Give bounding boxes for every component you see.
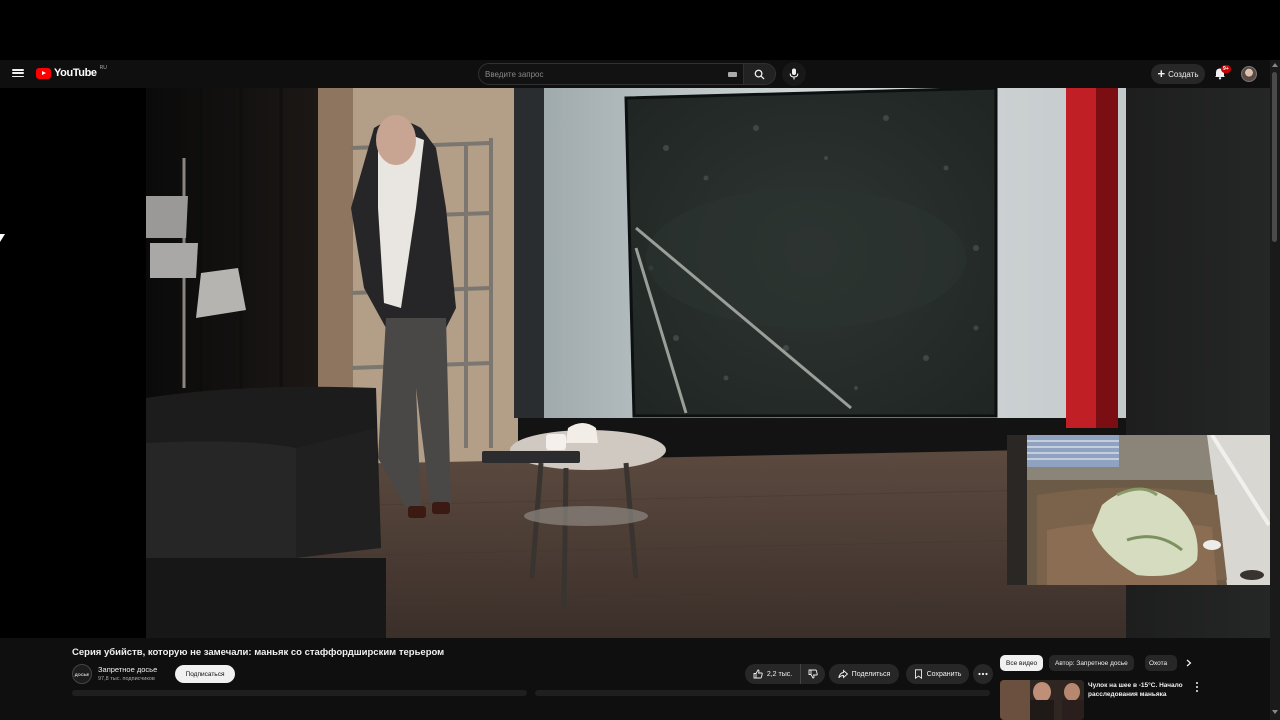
chip-hunt[interactable]: Охота bbox=[1145, 655, 1177, 671]
page-scrollbar[interactable] bbox=[1270, 60, 1280, 720]
mouse-cursor-icon bbox=[0, 234, 5, 242]
logo-text: YouTube bbox=[54, 67, 97, 79]
search-input[interactable] bbox=[479, 68, 727, 80]
like-count: 2,2 тыс. bbox=[766, 670, 793, 678]
share-label: Поделиться bbox=[851, 670, 891, 678]
picture-in-picture-inset[interactable] bbox=[1007, 435, 1270, 585]
thumbnail-image bbox=[1000, 680, 1084, 720]
comments-placeholder bbox=[535, 690, 990, 696]
menu-icon[interactable] bbox=[12, 67, 24, 79]
video-scene bbox=[146, 88, 1126, 638]
chip-from-author[interactable]: Автор: Запретное досье bbox=[1049, 655, 1134, 671]
search-box bbox=[478, 63, 744, 85]
account-avatar[interactable] bbox=[1241, 66, 1257, 82]
masthead: YouTube RU + Создать 9+ bbox=[0, 60, 1270, 88]
video-player[interactable] bbox=[0, 88, 1270, 638]
channel-name[interactable]: Запретное досье bbox=[98, 665, 157, 674]
notifications-badge: 9+ bbox=[1221, 65, 1231, 73]
scroll-down-arrow-icon[interactable] bbox=[1272, 710, 1278, 714]
subscribe-button[interactable]: Подписаться bbox=[175, 665, 235, 683]
scroll-thumb[interactable] bbox=[1272, 72, 1277, 242]
plus-icon: + bbox=[1157, 66, 1166, 81]
more-actions-button[interactable] bbox=[973, 664, 993, 684]
subscriber-count: 97,8 тыс. подписчиков bbox=[98, 676, 155, 682]
inset-scene bbox=[1007, 435, 1270, 585]
chip-all-videos[interactable]: Все видео bbox=[1000, 655, 1044, 671]
video-frame[interactable] bbox=[146, 88, 1126, 638]
create-label: Создать bbox=[1168, 69, 1199, 79]
microphone-icon bbox=[789, 68, 799, 80]
thumbs-up-icon bbox=[753, 669, 763, 679]
keyboard-icon[interactable] bbox=[728, 72, 737, 77]
video-title: Серия убийств, которую не замечали: мань… bbox=[72, 647, 445, 658]
chevron-right-icon[interactable] bbox=[1183, 657, 1195, 669]
recommendation-title[interactable]: Чулок на шее в -15°С. Начало расследован… bbox=[1088, 681, 1190, 699]
channel-avatar[interactable]: ДОСЬЕ bbox=[72, 664, 92, 684]
youtube-logo[interactable]: YouTube RU bbox=[36, 65, 107, 79]
share-button[interactable]: Поделиться bbox=[829, 664, 899, 684]
thumbs-down-icon bbox=[808, 669, 818, 679]
like-button[interactable]: 2,2 тыс. bbox=[745, 664, 800, 684]
scroll-up-arrow-icon[interactable] bbox=[1272, 63, 1278, 67]
top-black-bar bbox=[0, 0, 1280, 60]
below-player-area: Серия убийств, которую не замечали: мань… bbox=[0, 638, 1270, 720]
search-icon bbox=[754, 69, 765, 80]
youtube-play-icon bbox=[36, 67, 51, 79]
description-placeholder bbox=[72, 690, 527, 696]
create-button[interactable]: + Создать bbox=[1151, 64, 1205, 84]
dislike-button[interactable] bbox=[800, 664, 825, 684]
channel-avatar-text: ДОСЬЕ bbox=[74, 671, 90, 677]
save-label: Сохранить bbox=[926, 670, 962, 678]
recommendation-menu-icon[interactable] bbox=[1194, 682, 1200, 692]
voice-search-button[interactable] bbox=[782, 62, 806, 86]
bookmark-icon bbox=[914, 669, 922, 679]
search-button[interactable] bbox=[744, 63, 776, 85]
recommendation-thumbnail[interactable] bbox=[1000, 680, 1084, 720]
more-horizontal-icon bbox=[978, 672, 988, 676]
logo-region: RU bbox=[99, 65, 107, 71]
save-button[interactable]: Сохранить bbox=[906, 664, 969, 684]
share-icon bbox=[838, 669, 848, 679]
